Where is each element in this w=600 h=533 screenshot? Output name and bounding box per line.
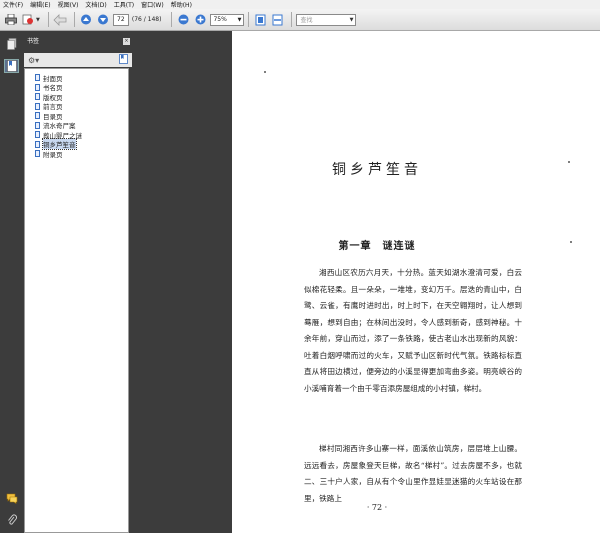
bookmark-label: 流水奇尸案	[43, 122, 76, 131]
chevron-down-icon[interactable]: ▼	[350, 17, 356, 23]
toolbar-separator	[47, 12, 49, 27]
zoom-value: 75%	[213, 16, 227, 23]
bookmark-item[interactable]: 前言页	[25, 102, 128, 112]
page-speck	[570, 241, 572, 243]
fit-width-icon[interactable]	[270, 13, 284, 27]
bookmark-label: 目录页	[43, 112, 63, 121]
zoom-out-icon[interactable]	[176, 13, 190, 27]
page-number: · 72 ·	[366, 503, 388, 512]
toolbar-separator	[73, 12, 75, 27]
page-number-input[interactable]: 72	[112, 13, 129, 26]
body-paragraph: 湘西山区农历六月天，十分热。蓝天如湖水澄清可爱，白云似棉花轻柔。且一朵朵，一堆堆…	[304, 268, 522, 393]
bookmark-label: 封面页	[43, 74, 63, 83]
pages-icon[interactable]	[4, 37, 19, 51]
menu-view[interactable]: 视图(V)	[58, 0, 79, 9]
zoom-select[interactable]: 75% ▼	[210, 13, 245, 26]
toolbar-separator	[248, 12, 250, 27]
bookmark-label: 版权页	[43, 93, 63, 102]
bookmarks-panel-title: 书签	[27, 38, 40, 45]
share-icon[interactable]	[21, 13, 35, 27]
next-page-icon[interactable]	[96, 13, 110, 27]
previous-page-icon[interactable]	[79, 13, 93, 27]
bookmark-item[interactable]: 葬山婴尸之谜	[25, 130, 128, 140]
bookmark-page-icon	[35, 140, 40, 148]
print-icon[interactable]	[4, 13, 18, 27]
page-speck	[264, 71, 266, 73]
bookmarks-icon[interactable]	[4, 59, 19, 73]
page-speck	[568, 161, 570, 163]
page-count: (76 / 148)	[131, 16, 162, 23]
new-bookmark-icon[interactable]	[119, 54, 128, 66]
search-input[interactable]: 查找 ▼	[296, 13, 357, 26]
bookmark-item[interactable]: 流水奇尸案	[25, 121, 128, 131]
bookmark-item[interactable]: 附录页	[25, 149, 128, 159]
chapter-heading: 第一章 谜连谜	[338, 241, 416, 252]
bookmark-label: 书名页	[43, 84, 63, 93]
document-area[interactable]: 铜乡芦笙音 第一章 谜连谜 湘西山区农历六月天，十分热。蓝天如湖水澄清可爱，白云…	[132, 31, 600, 533]
menu-tools[interactable]: 工具(T)	[114, 0, 134, 9]
bookmark-page-icon	[35, 102, 40, 110]
chevron-down-icon: ▼	[237, 16, 242, 23]
share-dropdown-icon[interactable]: ▼	[36, 17, 40, 23]
menu-edit[interactable]: 编辑(E)	[30, 0, 50, 9]
menu-help[interactable]: 帮助(H)	[171, 0, 192, 9]
bookmark-list: 封面页 书名页 版权页 前言页 目录页 流水奇尸案 葬山婴尸之谜 铜乡芦笙音 附…	[24, 68, 129, 533]
fit-page-icon[interactable]	[253, 13, 267, 27]
bookmarks-panel-header: 书签 ×	[24, 36, 132, 48]
bookmark-label: 附录页	[43, 150, 63, 159]
zoom-in-icon[interactable]	[193, 13, 207, 27]
bookmark-label: 葬山婴尸之谜	[43, 131, 82, 140]
document-page: 铜乡芦笙音 第一章 谜连谜 湘西山区农历六月天，十分热。蓝天如湖水澄清可爱，白云…	[232, 31, 600, 533]
menu-window[interactable]: 窗口(W)	[141, 0, 164, 9]
bookmarks-toolbar: ⚙▾	[24, 53, 132, 67]
bookmark-page-icon	[35, 131, 40, 139]
bookmark-page-icon	[35, 121, 40, 129]
toolbar-separator	[171, 12, 173, 27]
bookmark-page-icon	[35, 83, 40, 91]
toolbar-separator	[291, 12, 293, 27]
bookmark-page-icon	[35, 150, 40, 158]
toolbar: ▼ 72 (76 / 148) 75% ▼ 查找 ▼	[0, 9, 600, 31]
bookmark-page-icon	[35, 93, 40, 101]
close-icon[interactable]: ×	[123, 38, 130, 45]
body-paragraph: 梯村同湘西许多山寨一样，面溪依山筑房，层层堆上山腰。远远看去，房屋象登天巨梯，故…	[304, 444, 522, 503]
bookmark-page-icon	[35, 74, 40, 82]
menu-document[interactable]: 文档(D)	[85, 0, 106, 9]
bookmark-label: 前言页	[43, 103, 63, 112]
menu-file[interactable]: 文件(F)	[3, 0, 23, 9]
bookmark-page-icon	[35, 112, 40, 120]
bookmark-item[interactable]: 版权页	[25, 92, 128, 102]
bookmarks-panel: 书签 × ⚙▾ 封面页 书名页 版权页 前言页 目录页 流水奇尸案 葬山婴尸之谜…	[24, 31, 156, 533]
bookmark-item[interactable]: 书名页	[25, 83, 128, 93]
document-title: 铜乡芦笙音	[332, 162, 422, 178]
search-placeholder: 查找	[300, 17, 313, 24]
bookmark-item[interactable]: 封面页	[25, 73, 128, 83]
attachments-icon[interactable]	[4, 513, 19, 527]
menu-bar: 文件(F) 编辑(E) 视图(V) 文档(D) 工具(T) 窗口(W) 帮助(H…	[0, 0, 600, 9]
bookmark-label: 铜乡芦笙音	[42, 138, 77, 151]
comments-icon[interactable]	[4, 491, 19, 505]
bookmark-item-selected[interactable]: 铜乡芦笙音	[25, 138, 128, 151]
bookmark-item[interactable]: 目录页	[25, 111, 128, 121]
back-icon[interactable]	[53, 13, 67, 27]
navigation-strip	[0, 31, 24, 533]
options-icon[interactable]: ⚙▾	[28, 56, 39, 65]
